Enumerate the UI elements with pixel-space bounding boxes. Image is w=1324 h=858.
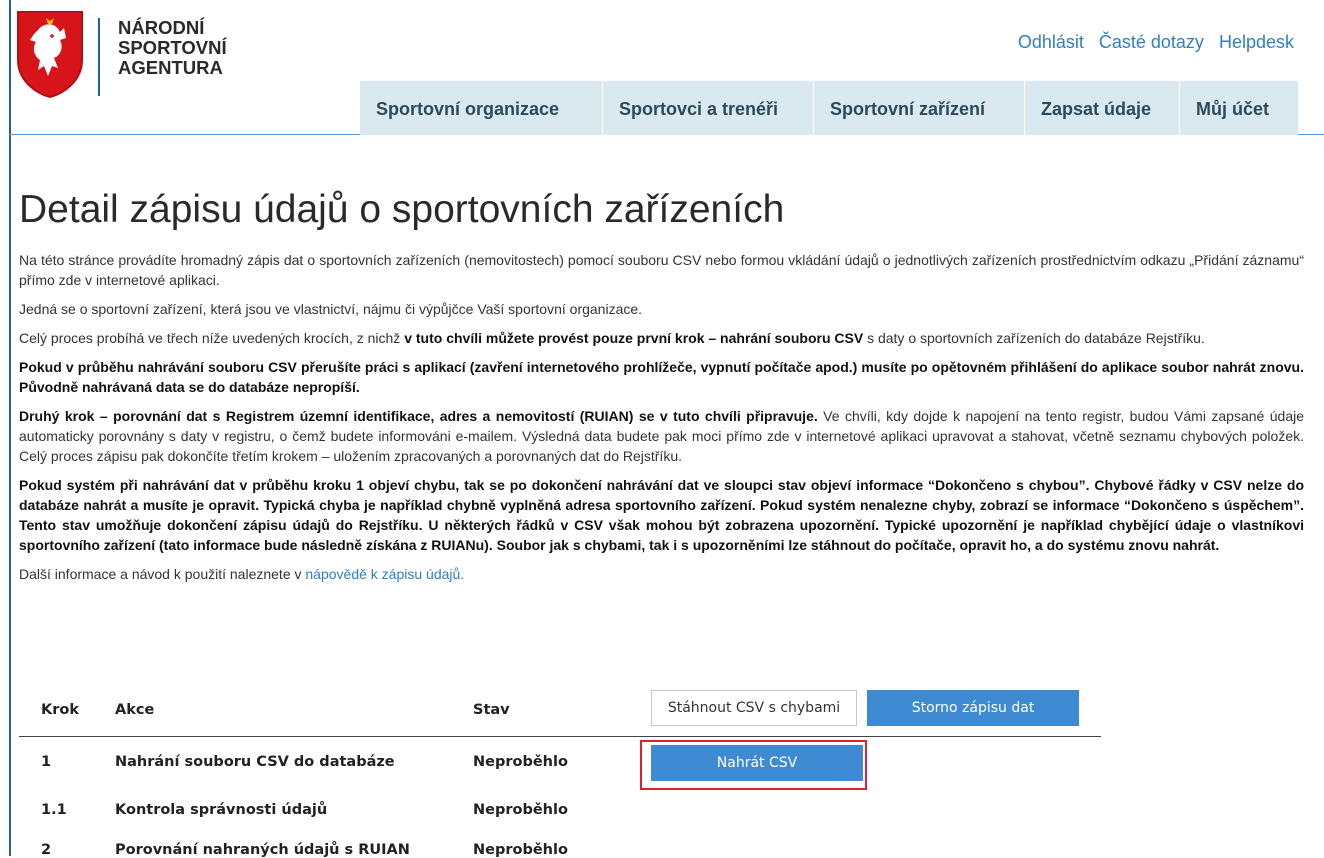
intro-paragraph: Další informace a návod k použití nalezn… [19,564,1304,584]
intro-paragraph: Pokud v průběhu nahrávání souboru CSV př… [19,357,1304,397]
nav-item-athletes-coaches[interactable]: Sportovci a trenéři [603,81,814,135]
text-bold: Druhý krok – porovnání dat s Registrem ú… [19,408,818,424]
cancel-data-entry-button[interactable]: Storno zápisu dat [867,690,1079,726]
intro-paragraph: Na této stránce provádíte hromadný zápis… [19,252,1304,288]
intro-paragraph: Jedná se o sportovní zařízení, která jso… [19,301,643,317]
table-row-step: 1 [41,754,52,770]
logo-separator [98,18,100,96]
help-link[interactable]: nápovědě k zápisu údajů. [305,566,464,582]
table-row-step: 1.1 [41,802,67,818]
logout-link[interactable]: Odhlásit [1018,32,1084,52]
helpdesk-link[interactable]: Helpdesk [1219,32,1294,52]
text-bold: Pokud v průběhu nahrávání souboru CSV př… [19,359,1304,395]
czech-coat-of-arms-icon [17,11,83,98]
brand-name[interactable]: NÁRODNÍ SPORTOVNÍ AGENTURA [118,18,227,78]
text-span: s daty o sportovních zařízeních do datab… [863,330,1205,346]
text-span: Celý proces probíhá ve třech níže uveden… [19,330,405,346]
nav-item-enter-data[interactable]: Zapsat údaje [1025,81,1180,135]
brand-name-line: NÁRODNÍ [118,17,205,38]
column-header-krok: Krok [41,702,79,718]
text-span: Další informace a návod k použití nalezn… [19,566,306,582]
page-title: Detail zápisu údajů o sportovních zaříze… [19,188,785,231]
intro-paragraph: Druhý krok – porovnání dat s Registrem ú… [19,406,1304,466]
main-navigation: Sportovní organizace Sportovci a trenéři… [360,81,1298,135]
intro-paragraph: Celý proces probíhá ve třech níže uveden… [19,328,1304,348]
intro-text: Na této stránce provádíte hromadný zápis… [19,250,1304,593]
nav-item-my-account[interactable]: Můj účet [1180,81,1298,135]
text-bold: Pokud systém při nahrávání dat v průběhu… [19,477,1304,553]
table-row-status: Neproběhlo [473,802,568,818]
column-header-akce: Akce [115,702,155,718]
brand-name-line: AGENTURA [118,57,223,78]
upload-csv-button[interactable]: Nahrát CSV [651,745,863,781]
table-row-action: Kontrola správnosti údajů [115,802,328,818]
text-bold: v tuto chvíli můžete provést pouze první… [404,330,864,346]
brand-name-line: SPORTOVNÍ [118,37,227,58]
faq-link[interactable]: Časté dotazy [1099,32,1204,52]
nav-item-sports-facilities[interactable]: Sportovní zařízení [814,81,1025,135]
nav-item-sports-organizations[interactable]: Sportovní organizace [360,81,603,135]
table-row-action: Nahrání souboru CSV do databáze [115,754,395,770]
page-left-border [9,0,11,856]
top-links: Odhlásit Časté dotazy Helpdesk [1008,32,1294,53]
intro-paragraph: Pokud systém při nahrávání dat v průběhu… [19,475,1304,555]
download-csv-errors-button[interactable]: Stáhnout CSV s chybami [651,690,857,726]
table-row-status: Neproběhlo [473,754,568,770]
column-header-stav: Stav [473,702,510,718]
